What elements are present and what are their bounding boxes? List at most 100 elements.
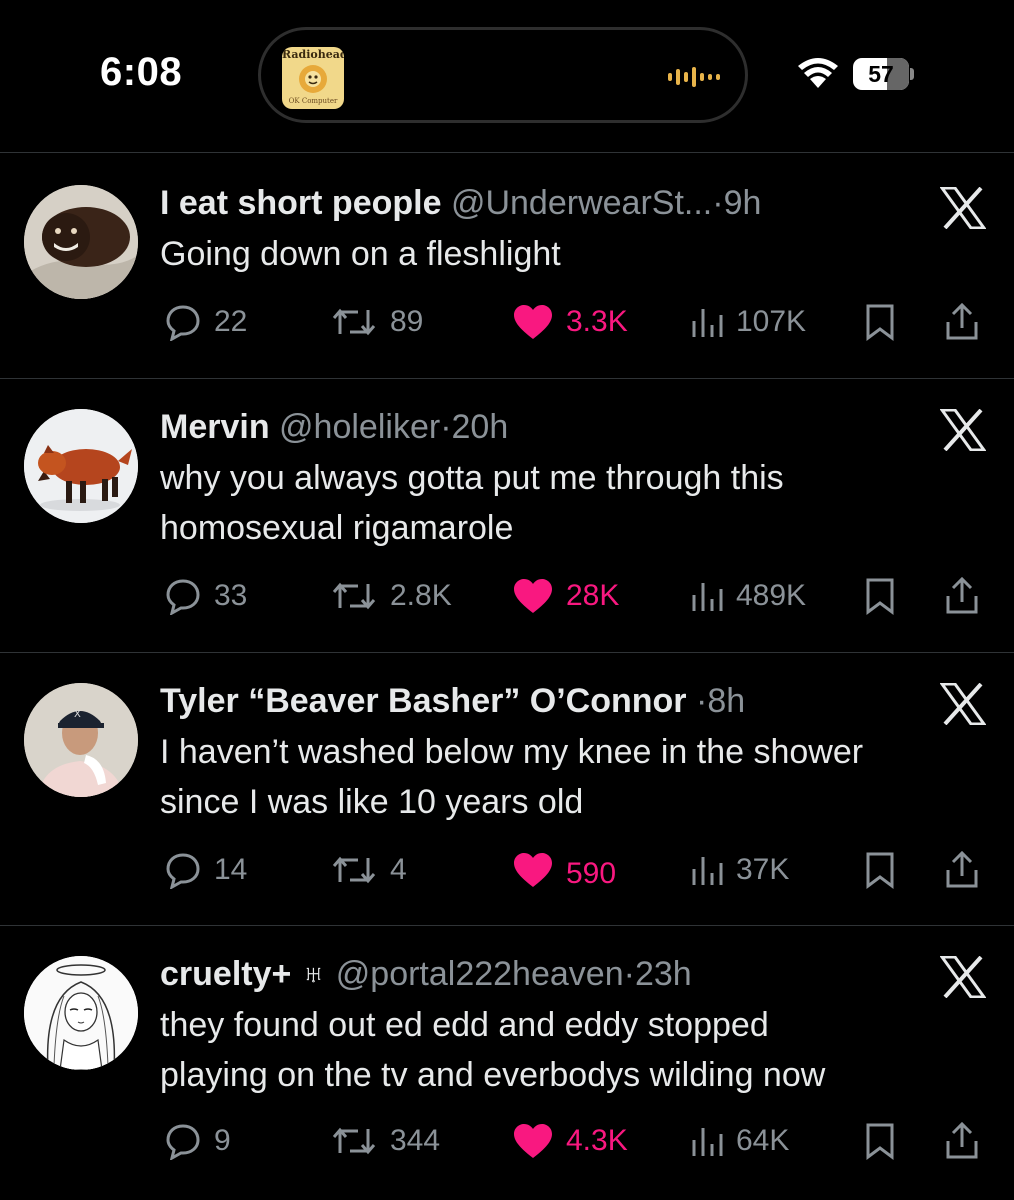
retweet-button[interactable]: 344	[330, 1116, 440, 1166]
like-count: 28K	[566, 579, 620, 612]
battery-nub	[910, 68, 914, 80]
views-bar-chart-icon	[692, 1128, 723, 1156]
views-bar-chart-icon	[692, 857, 723, 885]
timestamp[interactable]: 20h	[452, 408, 509, 446]
retweet-icon	[332, 856, 376, 884]
bookmark-button[interactable]	[864, 1116, 896, 1166]
tweet-actions: 9 344 4.3K 64K	[0, 1116, 1014, 1166]
heart-filled-icon	[514, 579, 552, 613]
orange-animal-toy-avatar-icon	[24, 409, 138, 523]
album-art[interactable]: Radiohead OK Computer	[282, 47, 344, 109]
share-button[interactable]	[944, 297, 980, 347]
separator-dot: ·	[696, 682, 708, 720]
views-button[interactable]: 489K	[690, 571, 806, 621]
svg-text:X: X	[74, 709, 81, 720]
bookmark-icon	[866, 852, 894, 889]
reply-button[interactable]: 22	[164, 297, 247, 347]
tweet-text: I haven’t washed below my knee in the sh…	[160, 727, 980, 827]
retweet-count: 344	[390, 1124, 441, 1157]
tweet-header: Tyler “Beaver Basher” O’Connor ·8h	[160, 679, 745, 723]
display-name[interactable]: Tyler “Beaver Basher” O’Connor	[160, 682, 687, 720]
share-icon	[946, 1121, 978, 1159]
x-logo-icon[interactable]	[940, 956, 986, 998]
tweet[interactable]: I eat short people @UnderwearSt...·9h Go…	[0, 153, 1014, 377]
views-button[interactable]: 107K	[690, 297, 806, 347]
separator-dot: ·	[623, 955, 635, 993]
tweet-header: Mervin @holeliker·20h	[160, 405, 508, 449]
reply-button[interactable]: 33	[164, 571, 247, 621]
like-button[interactable]: 28K	[512, 571, 619, 621]
like-count: 4.3K	[566, 1124, 628, 1157]
tweet-header: I eat short people @UnderwearSt...·9h	[160, 181, 761, 225]
tweet-text-line: since I was like 10 years old	[160, 783, 584, 821]
retweet-button[interactable]: 4	[330, 845, 407, 895]
x-logo-icon[interactable]	[940, 409, 986, 451]
reply-icon	[166, 305, 200, 341]
tweet[interactable]: X Tyler “Beaver Basher” O’Connor ·8h I h…	[0, 653, 1014, 925]
views-button[interactable]: 37K	[690, 845, 789, 895]
tweet[interactable]: cruelty+ ♅ @portal222heaven·23h they fou…	[0, 926, 1014, 1200]
reply-icon	[166, 853, 200, 889]
views-button[interactable]: 64K	[690, 1116, 789, 1166]
tweet[interactable]: Mervin @holeliker·20h why you always got…	[0, 379, 1014, 651]
like-button[interactable]: 3.3K	[512, 297, 628, 347]
share-button[interactable]	[944, 1116, 980, 1166]
tweet-actions: 22 89 3.3K 107K	[0, 297, 1014, 347]
dark-blob-face-avatar-icon	[24, 185, 138, 299]
share-button[interactable]	[944, 571, 980, 621]
retweet-button[interactable]: 89	[330, 297, 423, 347]
share-icon	[946, 850, 978, 888]
tweet-text-line: they found out ed edd and eddy stopped	[160, 1006, 769, 1044]
view-count: 37K	[736, 853, 790, 886]
avatar[interactable]	[24, 956, 138, 1070]
retweet-icon	[332, 1127, 376, 1155]
reply-count: 33	[214, 579, 248, 612]
x-logo-icon[interactable]	[940, 683, 986, 725]
bookmark-button[interactable]	[864, 571, 896, 621]
display-name[interactable]: cruelty+ ♅	[160, 955, 326, 993]
bookmark-button[interactable]	[864, 845, 896, 895]
like-button[interactable]: 590	[512, 845, 616, 895]
audio-waveform-icon	[668, 67, 720, 87]
timestamp[interactable]: 23h	[635, 955, 692, 993]
like-button[interactable]: 4.3K	[512, 1116, 628, 1166]
views-bar-chart-icon	[692, 309, 723, 337]
album-title: Radiohead	[282, 48, 344, 61]
dynamic-island[interactable]: Radiohead OK Computer	[258, 27, 748, 123]
reply-icon	[166, 579, 200, 615]
user-handle[interactable]: @holeliker	[279, 408, 440, 446]
avatar[interactable]	[24, 409, 138, 523]
heart-filled-icon	[514, 1124, 552, 1158]
album-subtitle: OK Computer	[288, 97, 338, 105]
wifi-icon	[798, 58, 838, 88]
reply-icon	[166, 1124, 200, 1160]
battery-indicator: 57	[853, 58, 909, 90]
share-icon	[946, 302, 978, 340]
anime-angel-sketch-avatar-icon	[24, 956, 138, 1070]
like-count: 590	[566, 857, 617, 890]
reply-button[interactable]: 9	[164, 1116, 231, 1166]
tweet-text-line: Going down on a fleshlight	[160, 235, 561, 273]
x-logo-icon[interactable]	[940, 187, 986, 229]
timestamp[interactable]: 8h	[707, 682, 745, 720]
share-button[interactable]	[944, 845, 980, 895]
view-count: 107K	[736, 305, 807, 338]
retweet-button[interactable]: 2.8K	[330, 571, 452, 621]
display-name[interactable]: I eat short people	[160, 184, 442, 222]
bookmark-button[interactable]	[864, 297, 896, 347]
user-handle[interactable]: @UnderwearSt...	[451, 184, 712, 222]
avatar[interactable]: X	[24, 683, 138, 797]
timestamp[interactable]: 9h	[724, 184, 762, 222]
avatar[interactable]	[24, 185, 138, 299]
battery-percent: 57	[868, 61, 894, 87]
tweet-text: Going down on a fleshlight	[160, 229, 980, 279]
reply-button[interactable]: 14	[164, 845, 247, 895]
separator-dot: ·	[712, 184, 724, 222]
user-handle[interactable]: @portal222heaven	[336, 955, 624, 993]
retweet-count: 4	[390, 853, 407, 886]
tweet-actions: 14 4 590 37K	[0, 845, 1014, 895]
man-in-cap-avatar-icon: X	[24, 683, 138, 797]
reply-count: 9	[214, 1124, 231, 1157]
like-count: 3.3K	[566, 305, 628, 338]
display-name[interactable]: Mervin	[160, 408, 270, 446]
